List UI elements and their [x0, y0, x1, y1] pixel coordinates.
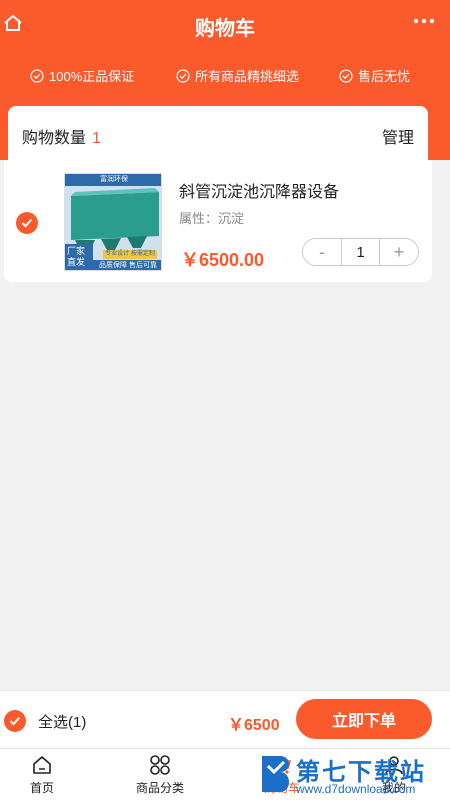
guarantee-item: 所有商品精挑细选	[176, 66, 299, 85]
check-icon	[9, 716, 21, 726]
check-circle-icon	[339, 68, 353, 83]
total-price: ￥6500	[228, 717, 280, 734]
decrement-button[interactable]: -	[303, 239, 341, 265]
tab-home[interactable]: 首页	[2, 753, 82, 796]
cart-summary-header: 购物数量 1 管理	[8, 106, 428, 162]
more-icon[interactable]	[412, 14, 436, 28]
product-image[interactable]: 富润环保 厂家 直发 专业设计 按需定制 品质保障 售后可靠	[64, 173, 162, 271]
select-all-label[interactable]: 全选(1)	[38, 711, 86, 732]
tab-categories[interactable]: 商品分类	[120, 753, 200, 796]
image-caption-banner-top: 专业设计 按需定制	[105, 251, 155, 257]
item-select-checkbox[interactable]	[16, 212, 38, 234]
watermark-url: www.d7download.com	[296, 782, 416, 796]
tab-label: 首页	[29, 781, 54, 795]
increment-button[interactable]: +	[380, 239, 418, 265]
grid-icon	[150, 755, 170, 775]
image-caption-banner: 品质保障 售后可靠	[99, 262, 157, 269]
guarantee-strip: 100%正品保证 所有商品精挑细选 售后无忧	[0, 66, 450, 92]
tab-label: 商品分类	[135, 781, 184, 795]
product-attribute: 属性：沉淀	[179, 211, 245, 226]
checkout-bar: 全选(1) ￥6500 立即下单	[0, 690, 450, 748]
watermark: 第七下载站 www.d7download.com	[256, 748, 450, 800]
cart-count-label: 购物数量	[22, 130, 87, 147]
quantity-stepper: - 1 +	[302, 238, 419, 266]
top-bar: 购物车	[0, 0, 450, 50]
guarantee-label: 100%正品保证	[49, 69, 135, 84]
guarantee-item: 100%正品保证	[30, 66, 134, 85]
cart-count-value: 1	[92, 130, 101, 147]
check-circle-icon	[30, 68, 44, 83]
home-icon	[33, 756, 51, 774]
page-title: 购物车	[195, 18, 255, 40]
product-price: ￥6500.00	[181, 250, 265, 270]
place-order-button[interactable]: 立即下单	[296, 699, 432, 739]
image-caption-line: 直发	[67, 257, 86, 267]
guarantee-label: 所有商品精挑细选	[195, 69, 300, 84]
product-name[interactable]: 斜管沉淀池沉降器设备	[179, 178, 339, 202]
check-circle-icon	[176, 68, 190, 83]
guarantee-label: 售后无忧	[358, 69, 411, 84]
check-icon	[21, 218, 33, 228]
image-caption-line: 厂家	[67, 246, 86, 256]
select-all-checkbox[interactable]	[4, 710, 26, 732]
quantity-value[interactable]: 1	[341, 239, 380, 265]
watermark-logo-icon	[262, 756, 289, 792]
cart-item: 富润环保 厂家 直发 专业设计 按需定制 品质保障 售后可靠 斜管沉淀池沉降器设…	[4, 160, 432, 282]
guarantee-item: 售后无忧	[339, 66, 410, 85]
image-caption-top: 富润环保	[100, 176, 128, 183]
manage-button[interactable]: 管理	[382, 124, 414, 148]
cart-count: 购物数量 1	[22, 124, 101, 148]
image-caption-left: 厂家 直发	[67, 246, 85, 268]
